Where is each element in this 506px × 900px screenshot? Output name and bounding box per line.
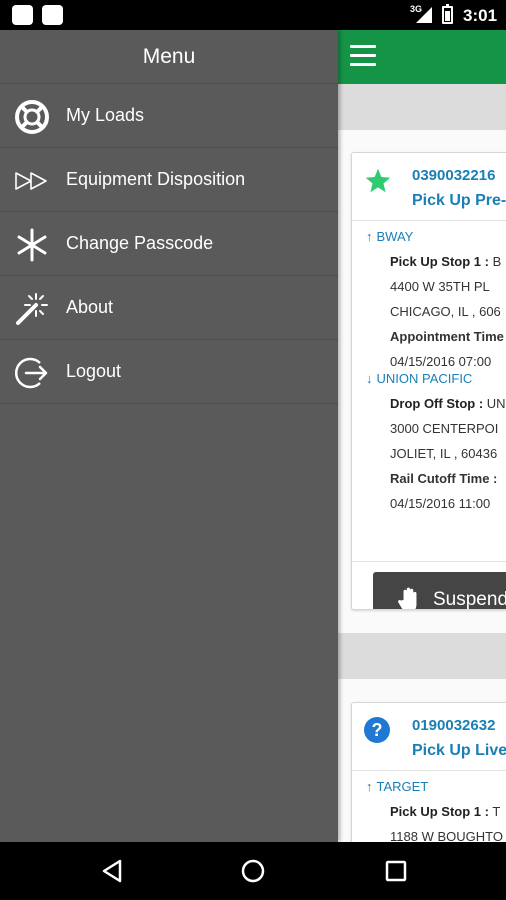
star-icon [365, 168, 391, 193]
load-status: Pick Up Live [412, 742, 506, 759]
card-actions: Suspend [352, 561, 506, 609]
back-icon[interactable] [98, 857, 126, 885]
help-icon: ? [364, 717, 390, 743]
signal-icon [416, 7, 432, 23]
menu-item-change-passcode[interactable]: Change Passcode [0, 212, 338, 276]
arrow-down-icon: ↓ [366, 371, 373, 386]
arrow-up-icon: ↑ [366, 229, 373, 244]
stop-label: Pick Up Stop 1 : B [390, 254, 502, 269]
recents-icon[interactable] [382, 857, 410, 885]
home-icon[interactable] [239, 857, 267, 885]
load-number[interactable]: 0190032632 [412, 717, 495, 734]
lifebuoy-icon [15, 100, 49, 134]
stop-name: ↓ UNION PACIFIC [366, 371, 473, 386]
load-number[interactable]: 0390032216 [412, 167, 495, 184]
stop-name: ↑ TARGET [366, 779, 429, 794]
stop-name: ↑ BWAY [366, 229, 414, 244]
battery-icon [442, 4, 453, 24]
stop-city: CHICAGO, IL , 606 [390, 304, 501, 319]
notification-icon [12, 5, 33, 25]
time-label: Rail Cutoff Time : [390, 471, 498, 486]
stop-label: Pick Up Stop 1 : T [390, 804, 501, 819]
stop-address: 4400 W 35TH PL [390, 279, 490, 294]
hand-stop-icon [398, 587, 417, 609]
menu-item-about[interactable]: About [0, 276, 338, 340]
load-card[interactable]: ? 0190032632 Pick Up Live ↑ TARGET Pick U… [351, 702, 506, 842]
load-card[interactable]: 0390032216 Pick Up Pre- ↑ BWAY Pick Up St… [351, 152, 506, 610]
status-bar: 3G 3:01 [0, 0, 506, 30]
arrow-up-icon: ↑ [366, 779, 373, 794]
menu-item-equipment-disposition[interactable]: Equipment Disposition [0, 148, 338, 212]
suspend-button[interactable]: Suspend [373, 572, 506, 609]
clock: 3:01 [463, 6, 498, 25]
navigation-drawer: Menu My Loads Equipment Disposition Chan… [0, 30, 338, 842]
logout-icon [14, 357, 48, 389]
stop-address: 3000 CENTERPOI [390, 421, 499, 436]
system-navigation-bar [0, 842, 506, 900]
fast-forward-icon [15, 172, 47, 190]
notification-icon [42, 5, 63, 25]
time-label: Appointment Time [390, 329, 504, 344]
magic-wand-icon [16, 293, 48, 325]
stop-label: Drop Off Stop : UN [390, 396, 506, 411]
section-header [338, 84, 506, 130]
section-header [338, 633, 506, 679]
load-status: Pick Up Pre- [412, 192, 506, 209]
drawer-title: Menu [0, 30, 338, 84]
menu-item-logout[interactable]: Logout [0, 340, 338, 404]
stop-address: 1188 W BOUGHTO [390, 829, 503, 842]
time-value: 04/15/2016 11:00 [390, 496, 491, 511]
time-value: 04/15/2016 07:00 [390, 354, 492, 369]
asterisk-icon [17, 228, 47, 262]
stop-city: JOLIET, IL , 60436 [390, 446, 498, 461]
hamburger-menu-icon[interactable] [350, 45, 376, 67]
menu-item-my-loads[interactable]: My Loads [0, 84, 338, 148]
